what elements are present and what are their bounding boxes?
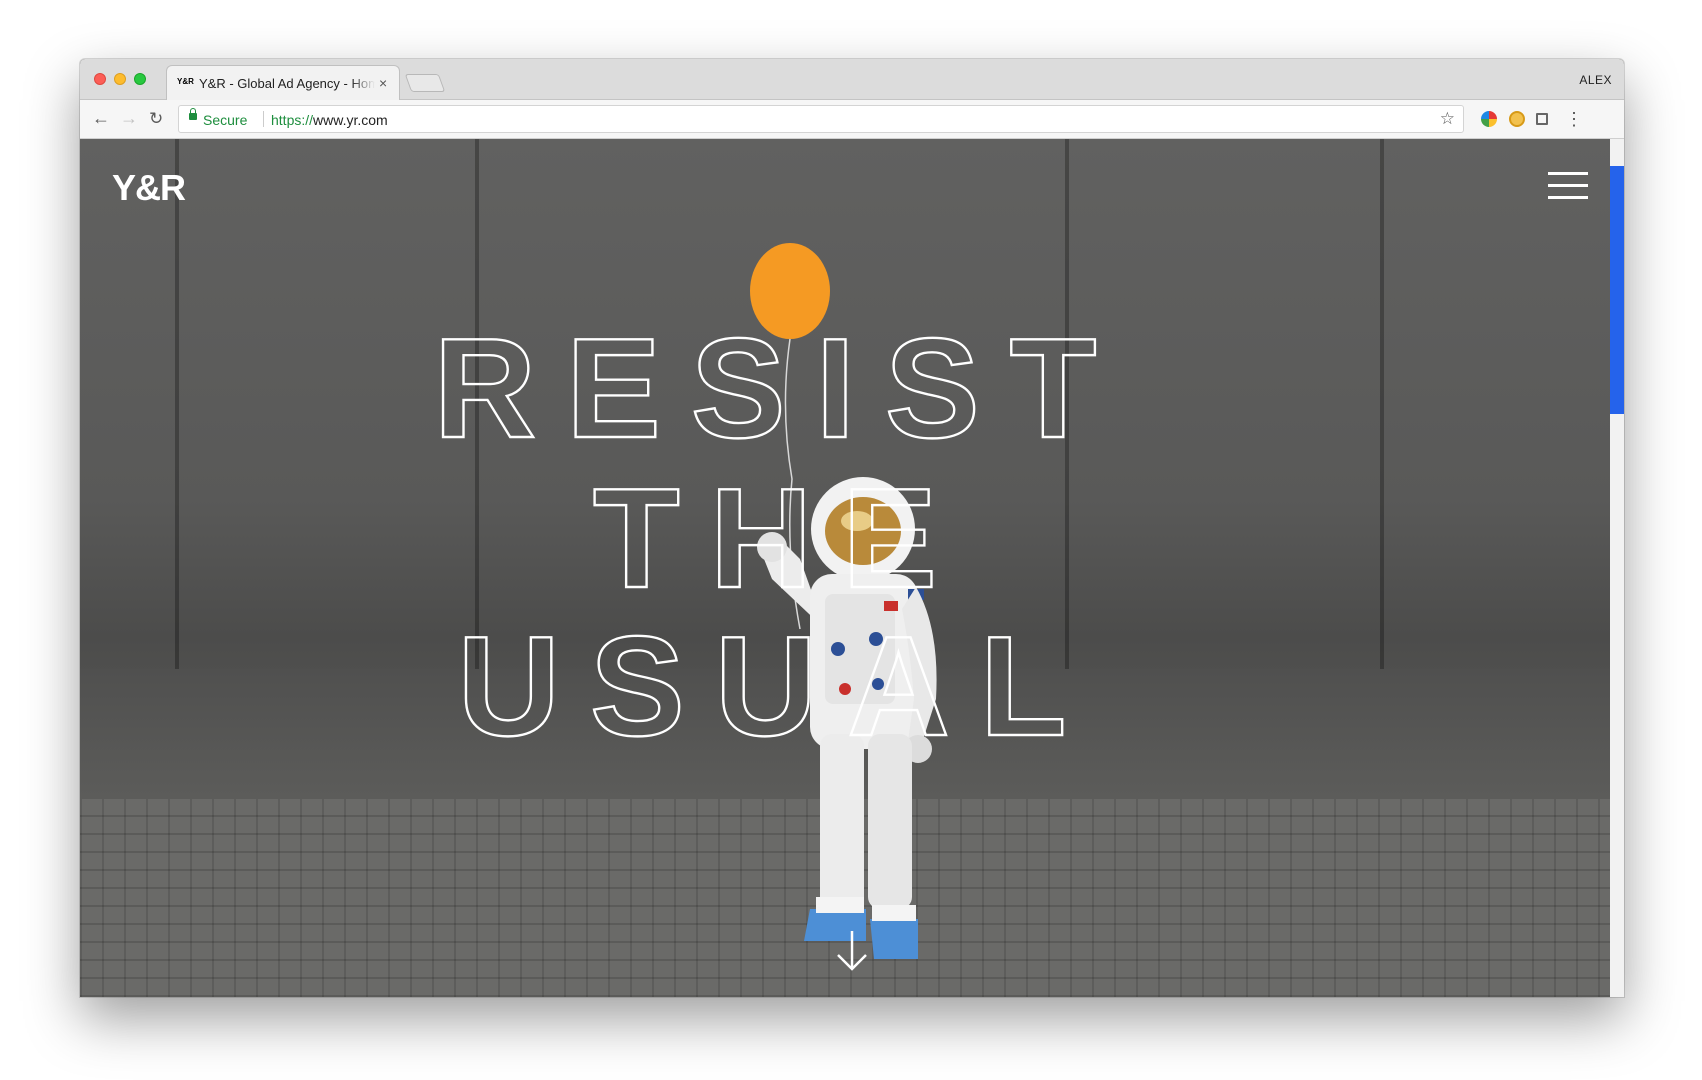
minimize-window-button[interactable] — [114, 73, 126, 85]
bookmark-star-icon[interactable]: ☆ — [1440, 109, 1455, 129]
browser-toolbar: ← → ↻ Secure https://www.yr.com ☆ ⋮ — [80, 100, 1624, 139]
menu-bar — [1548, 196, 1588, 199]
close-window-button[interactable] — [94, 73, 106, 85]
new-tab-button[interactable] — [404, 74, 446, 92]
headline-line-2: THE — [593, 459, 967, 618]
tab-strip: Y&R Y&R - Global Ad Agency - Home × ALEX — [80, 59, 1624, 100]
cat-icon[interactable] — [1509, 111, 1525, 127]
tab-title: Y&R - Global Ad Agency - Home — [199, 76, 375, 91]
back-icon[interactable]: ← — [92, 108, 110, 129]
color-wheel-icon[interactable] — [1481, 111, 1497, 127]
scrollbar-thumb[interactable] — [1610, 166, 1624, 414]
site-logo[interactable]: Y&R — [112, 167, 186, 209]
screenshot-icon[interactable] — [1536, 113, 1548, 125]
menu-bar — [1548, 184, 1588, 187]
url-scheme: https:// — [271, 112, 314, 128]
tab-active[interactable]: Y&R Y&R - Global Ad Agency - Home × — [166, 65, 400, 100]
hamburger-menu-icon[interactable] — [1548, 172, 1588, 206]
favicon-icon: Y&R — [177, 77, 194, 86]
address-separator — [263, 111, 264, 127]
maximize-window-button[interactable] — [134, 73, 146, 85]
lock-icon — [189, 108, 197, 120]
profile-name[interactable]: ALEX — [1579, 73, 1612, 87]
secure-label: Secure — [203, 112, 248, 128]
reload-icon[interactable]: ↻ — [149, 109, 163, 129]
headline-outline-text: RESIST THE USUAL — [432, 308, 1127, 767]
tab-close-icon[interactable]: × — [379, 75, 387, 91]
url-text[interactable]: https://www.yr.com — [271, 112, 388, 128]
browser-menu-icon[interactable]: ⋮ — [1565, 109, 1583, 130]
url-host: www.yr.com — [313, 112, 388, 128]
menu-bar — [1548, 172, 1588, 175]
browser-window: Y&R Y&R - Global Ad Agency - Home × ALEX… — [80, 59, 1624, 997]
forward-icon[interactable]: → — [120, 108, 138, 129]
page-viewport: RESIST THE USUAL Y&R — [80, 139, 1624, 997]
headline-line-1: RESIST — [434, 309, 1127, 468]
headline-line-3: USUAL — [457, 607, 1096, 766]
scroll-down-arrow-icon[interactable] — [832, 929, 872, 975]
address-bar[interactable]: Secure https://www.yr.com ☆ — [178, 105, 1464, 133]
scrollbar-track[interactable] — [1610, 139, 1624, 997]
